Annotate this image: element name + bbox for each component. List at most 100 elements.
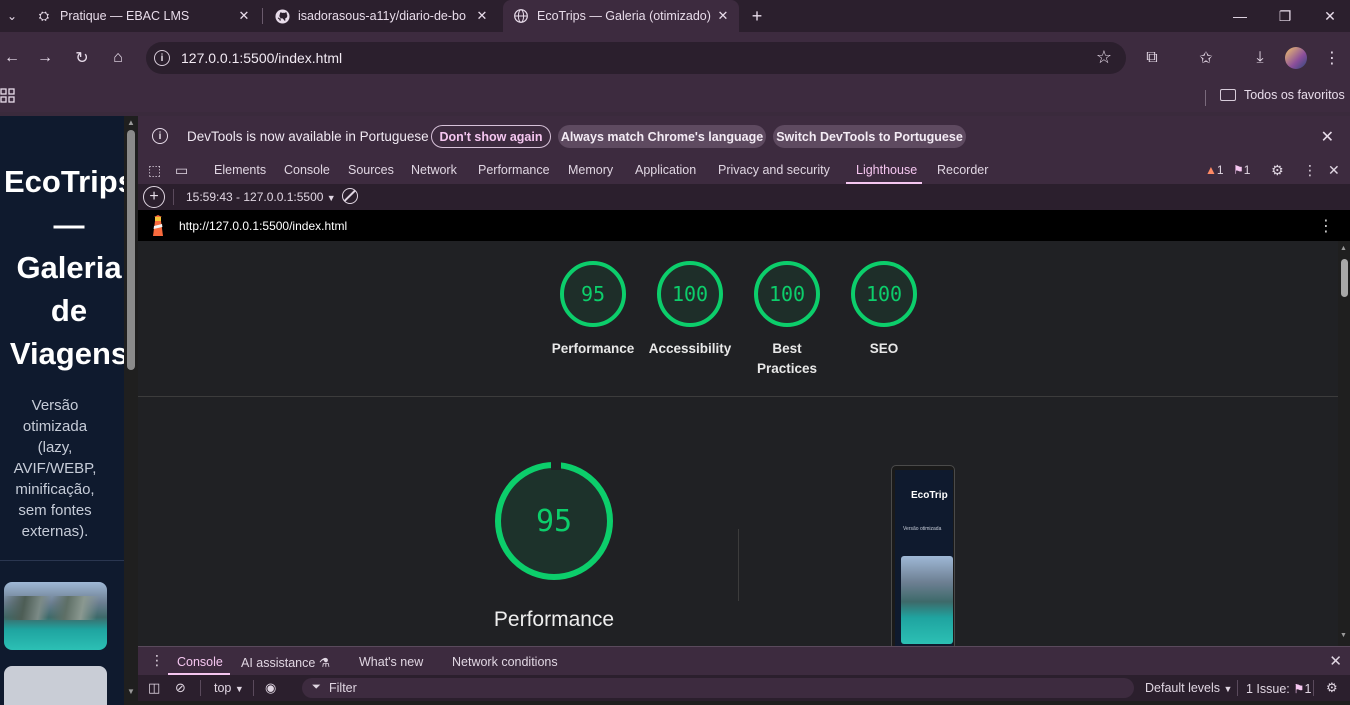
gallery-photo-placeholder[interactable]: [4, 666, 107, 705]
tab-sources[interactable]: Sources: [348, 163, 394, 177]
favorites-icon[interactable]: ✩: [1194, 46, 1218, 70]
download-icon[interactable]: ⤓: [1248, 46, 1272, 70]
bookmark-star-icon[interactable]: ☆: [1096, 47, 1112, 68]
forward-icon[interactable]: →: [33, 46, 57, 70]
apps-grid-icon[interactable]: [0, 88, 16, 104]
home-icon[interactable]: ⌂: [106, 46, 130, 70]
sidebar-toggle-icon[interactable]: ◫: [148, 680, 160, 696]
tab-privacy-security[interactable]: Privacy and security: [718, 163, 830, 177]
score-label: Performance: [551, 341, 635, 356]
score-gauge-seo[interactable]: 100 SEO: [839, 261, 929, 359]
switch-to-portuguese-button[interactable]: Switch DevTools to Portuguese: [773, 125, 966, 148]
score-gauge-performance[interactable]: 95 Performance: [548, 261, 638, 359]
tab-performance[interactable]: Performance: [478, 163, 550, 177]
close-devtools-icon[interactable]: ✕: [1328, 162, 1340, 179]
gallery-photo-lake[interactable]: [4, 582, 107, 650]
tab-github[interactable]: isadorasous-a11y/diario-de-bor ✕: [264, 0, 498, 32]
reload-icon[interactable]: ↻: [70, 46, 94, 70]
score-label: Best Practices: [757, 341, 818, 376]
minimize-icon[interactable]: —: [1217, 0, 1263, 32]
clear-reports-icon[interactable]: [342, 188, 358, 204]
issues-counter[interactable]: ⚑1: [1233, 163, 1250, 177]
tab-ecotrips[interactable]: EcoTrips — Galeria (otimizado) ✕: [503, 0, 739, 32]
live-expression-eye-icon[interactable]: ◉: [265, 680, 276, 696]
tab-recorder[interactable]: Recorder: [937, 163, 988, 177]
tab-console[interactable]: Console: [284, 163, 330, 177]
infobar-message: DevTools is now available in Portuguese: [187, 129, 429, 144]
score-value: 100: [851, 261, 917, 327]
close-drawer-icon[interactable]: ✕: [1329, 652, 1342, 670]
issues-link[interactable]: 1 Issue: ⚑1: [1246, 681, 1311, 696]
address-bar[interactable]: i 127.0.0.1:5500/index.html ☆: [146, 42, 1126, 74]
infobar-close-icon[interactable]: ✕: [1321, 127, 1334, 147]
back-icon[interactable]: ←: [0, 46, 24, 70]
devtools-tabbar: ⬚ ▭ Elements Console Sources Network Per…: [138, 156, 1350, 184]
scroll-down-icon[interactable]: ▼: [126, 687, 136, 697]
scroll-up-icon[interactable]: ▲: [126, 118, 136, 128]
menu-kebab-icon[interactable]: ⋮: [1320, 46, 1344, 70]
score-gauge-accessibility[interactable]: 100 Accessibility: [645, 261, 735, 359]
always-match-language-button[interactable]: Always match Chrome's language: [558, 125, 766, 148]
drawer-tab-whats-new[interactable]: What's new: [359, 655, 423, 669]
profile-avatar[interactable]: [1285, 47, 1307, 69]
warnings-counter[interactable]: ▲1: [1205, 163, 1224, 177]
devtools-menu-icon[interactable]: ⋮: [1303, 162, 1317, 179]
extensions-icon[interactable]: ⧉: [1140, 46, 1164, 70]
tab-ebac[interactable]: ⛭ Pratique — EBAC LMS ✕: [26, 0, 260, 32]
address-url[interactable]: 127.0.0.1:5500/index.html: [181, 50, 342, 66]
context-selector[interactable]: top ▼: [214, 681, 244, 695]
site-info-icon[interactable]: i: [154, 50, 170, 66]
performance-main-label: Performance: [493, 608, 615, 631]
drawer-tab-network-conditions[interactable]: Network conditions: [452, 655, 558, 669]
log-levels-dropdown[interactable]: Default levels ▼: [1145, 681, 1232, 695]
tab-elements[interactable]: Elements: [214, 163, 266, 177]
drawer-tab-label: AI assistance: [241, 656, 316, 670]
scrollbar-thumb[interactable]: [127, 130, 135, 370]
toolbar-divider: [1237, 680, 1238, 696]
drawer-tab-ai-assistance[interactable]: AI assistance ⚗: [241, 655, 330, 670]
report-label: 15:59:43 - 127.0.0.1:5500: [186, 190, 324, 204]
tab-application[interactable]: Application: [635, 163, 696, 177]
chevron-down-icon: ▼: [234, 684, 244, 694]
new-tab-icon[interactable]: +: [746, 5, 768, 27]
tab-strip: ⌄ ⛭ Pratique — EBAC LMS ✕ isadorasous-a1…: [0, 0, 1350, 32]
chevron-down-icon: ▼: [326, 193, 336, 203]
context-label: top: [214, 681, 232, 695]
performance-main-gauge: 95: [495, 460, 613, 580]
inspect-element-icon[interactable]: ⬚: [148, 162, 161, 179]
drawer-menu-icon[interactable]: ⋮: [150, 652, 164, 669]
tab-search-icon[interactable]: ⌄: [0, 4, 24, 28]
close-tab-icon[interactable]: ✕: [236, 8, 252, 24]
all-bookmarks-folder[interactable]: Todos os favoritos: [1220, 88, 1345, 102]
tab-memory[interactable]: Memory: [568, 163, 613, 177]
report-menu-icon[interactable]: ⋮: [1318, 216, 1334, 236]
title-line: EcoTrips: [4, 164, 124, 199]
close-window-icon[interactable]: ✕: [1307, 0, 1350, 32]
page-scrollbar[interactable]: ▲ ▼: [124, 116, 138, 705]
score-gauge-best-practices[interactable]: 100 Best Practices: [742, 261, 832, 379]
tab-network[interactable]: Network: [411, 163, 457, 177]
drawer-tab-console[interactable]: Console: [177, 655, 223, 669]
title-line: Galeria: [16, 250, 122, 285]
close-tab-icon[interactable]: ✕: [715, 8, 731, 24]
clear-console-icon[interactable]: ⊘: [175, 680, 186, 696]
report-divider: [138, 396, 1338, 397]
restore-icon[interactable]: ❐: [1262, 0, 1308, 32]
report-scrollbar[interactable]: ▲ ▼: [1338, 241, 1350, 646]
device-toolbar-icon[interactable]: ▭: [175, 162, 188, 179]
console-filter-input[interactable]: ⏷ Filter: [302, 678, 1134, 698]
report-selector[interactable]: 15:59:43 - 127.0.0.1:5500 ▼: [186, 190, 336, 204]
scrollbar-thumb[interactable]: [1341, 259, 1348, 297]
tab-lighthouse[interactable]: Lighthouse: [856, 163, 917, 177]
console-settings-icon[interactable]: ⚙: [1326, 680, 1338, 696]
scroll-up-icon[interactable]: ▲: [1340, 245, 1347, 252]
dont-show-again-button[interactable]: Don't show again: [431, 125, 551, 148]
final-screenshot-thumbnail[interactable]: EcoTrip Versão otimizada: [891, 465, 955, 646]
close-tab-icon[interactable]: ✕: [474, 8, 490, 24]
new-report-icon[interactable]: +: [143, 186, 165, 208]
scroll-down-icon[interactable]: ▼: [1340, 632, 1347, 639]
issue-flag-icon: ⚑: [1293, 682, 1305, 696]
settings-gear-icon[interactable]: ⚙: [1271, 162, 1284, 179]
score-value: 100: [657, 261, 723, 327]
title-line: Viagens: [9, 336, 124, 371]
